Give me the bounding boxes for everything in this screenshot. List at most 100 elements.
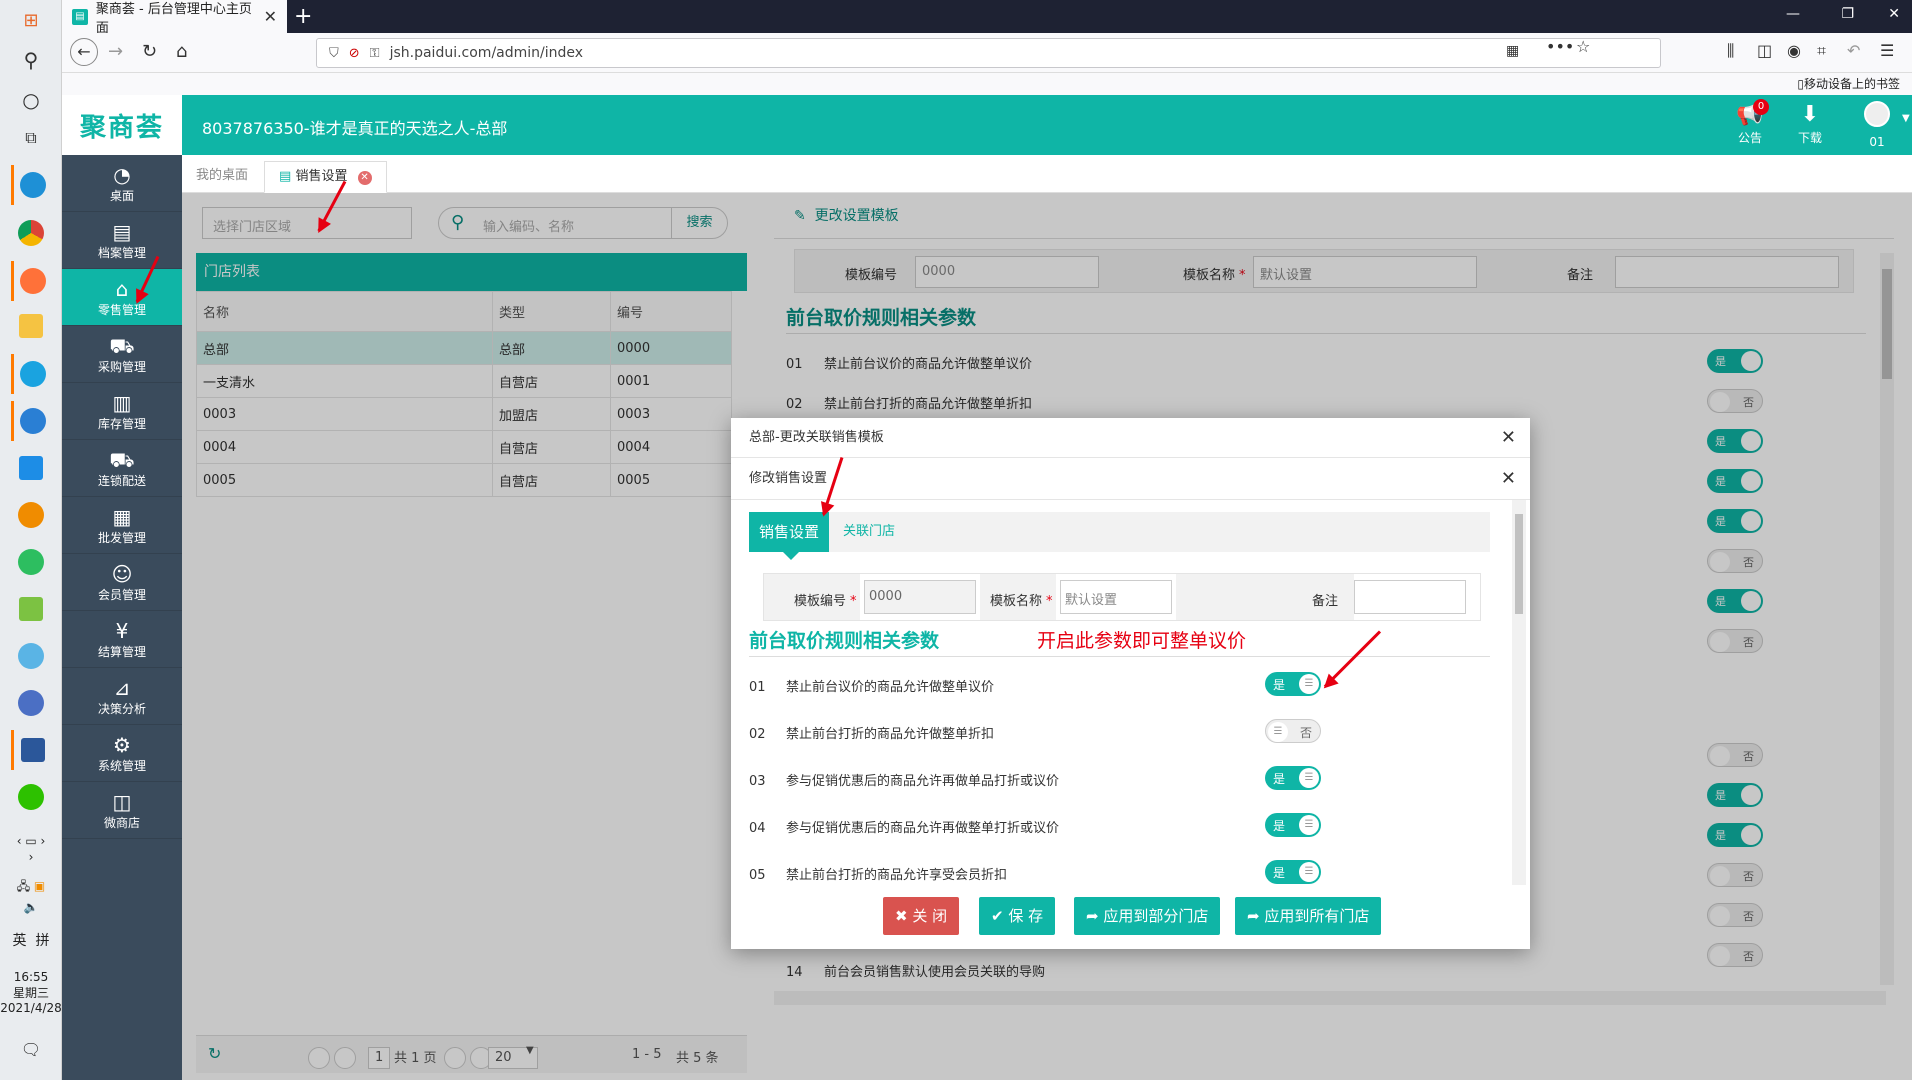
setting-text: 参与促销优惠后的商品允许再做单品打折或议价 bbox=[786, 774, 1060, 789]
undo-icon[interactable]: ↶ bbox=[1847, 41, 1860, 60]
scrollbar-thumb[interactable] bbox=[1515, 514, 1523, 614]
page-actions-icon[interactable]: ••• bbox=[1546, 37, 1574, 56]
notepad-app-icon[interactable] bbox=[11, 589, 51, 629]
reload-icon[interactable]: ↻ bbox=[142, 41, 157, 62]
tab-sales-settings[interactable]: 销售设置 bbox=[749, 512, 830, 560]
tab-linked-stores[interactable]: 关联门店 bbox=[833, 512, 905, 552]
task-view-icon[interactable]: ⧉ bbox=[11, 118, 51, 158]
cortana-icon[interactable]: ○ bbox=[11, 80, 51, 120]
volume-icon[interactable]: 🔈 bbox=[0, 900, 62, 914]
template-name-label: 模板名称 * bbox=[990, 594, 1053, 609]
insecure-icon[interactable]: ⊘ bbox=[349, 46, 360, 61]
download-icon: ⬇ bbox=[1800, 102, 1820, 127]
forward-icon[interactable]: → bbox=[108, 41, 123, 62]
template-code-input[interactable]: 0000 bbox=[864, 580, 976, 614]
minimize-icon[interactable]: — bbox=[1786, 6, 1800, 22]
apply-all-stores-button[interactable]: ➦ 应用到所有门店 bbox=[1235, 897, 1382, 935]
home-icon[interactable]: ⌂ bbox=[176, 41, 187, 62]
screenshot-icon[interactable]: ⌗ bbox=[1817, 41, 1826, 61]
close-tab-icon[interactable]: ✕ bbox=[264, 7, 277, 26]
wechat-app-icon[interactable] bbox=[11, 777, 51, 817]
window-close-icon[interactable]: ✕ bbox=[1888, 6, 1900, 22]
modal-inner-title: 修改销售设置 ✕ bbox=[731, 458, 1530, 500]
shield-icon[interactable]: ⛉ bbox=[329, 46, 339, 61]
setting-toggle[interactable]: 是 ☰ bbox=[1265, 672, 1321, 696]
clock[interactable]: 16:55 星期三 2021/4/28 bbox=[0, 970, 62, 1015]
mobile-bookmarks[interactable]: ▯移动设备上的书签 bbox=[1797, 75, 1900, 92]
close-icon[interactable]: ✕ bbox=[1501, 458, 1516, 500]
search-icon[interactable]: ⚲ bbox=[11, 40, 51, 80]
ime-mode[interactable]: 拼 bbox=[35, 933, 49, 949]
dolphin-app-icon[interactable] bbox=[11, 683, 51, 723]
bookmark-star-icon[interactable]: ☆ bbox=[1576, 37, 1590, 56]
setting-toggle[interactable]: 是 ☰ bbox=[1265, 813, 1321, 837]
template-name-input[interactable]: 默认设置 bbox=[1060, 580, 1172, 614]
sidebar-item-retail[interactable]: ⌂ 零售管理 bbox=[62, 269, 182, 326]
close-tab-icon[interactable]: ✕ bbox=[357, 171, 372, 185]
feishu-app-icon[interactable] bbox=[11, 448, 51, 488]
chat-app-icon[interactable] bbox=[11, 354, 51, 394]
url-text[interactable]: jsh.paidui.com/admin/index bbox=[390, 45, 583, 61]
remark-input[interactable] bbox=[1354, 580, 1466, 614]
download-button[interactable]: ⬇ 下载 bbox=[1785, 101, 1835, 146]
save-button[interactable]: ✔ 保 存 bbox=[979, 897, 1056, 935]
restore-icon[interactable]: ❐ bbox=[1841, 6, 1854, 22]
menu-icon[interactable]: ☰ bbox=[1880, 41, 1894, 60]
toggle-knob-icon: ☰ bbox=[1299, 815, 1319, 835]
yen-icon: ¥ bbox=[115, 618, 129, 643]
setting-toggle[interactable]: 是 ☰ bbox=[1265, 860, 1321, 884]
modal-scrollbar[interactable] bbox=[1512, 500, 1526, 885]
sidebar-item-purchase[interactable]: ⛟ 采购管理 bbox=[62, 326, 182, 383]
taskbar-scroll-arrows[interactable]: ‹ ▭ › bbox=[0, 834, 62, 848]
modal-footer: ✖ 关 闭 ✔ 保 存 ➦ 应用到部分门店 ➦ 应用到所有门店 bbox=[731, 885, 1530, 949]
sidebar-item-inventory[interactable]: ▥ 库存管理 bbox=[62, 383, 182, 440]
word-app-icon[interactable] bbox=[11, 730, 51, 770]
chevron-right-icon[interactable]: › bbox=[0, 850, 62, 864]
network-app-icon[interactable] bbox=[11, 636, 51, 676]
notice-button[interactable]: 📢 0 公告 bbox=[1725, 99, 1775, 146]
evernote-app-icon[interactable] bbox=[11, 542, 51, 582]
firefox-app-icon[interactable] bbox=[11, 261, 51, 301]
file-explorer-icon[interactable] bbox=[11, 306, 51, 346]
apply-some-stores-button[interactable]: ➦ 应用到部分门店 bbox=[1074, 897, 1221, 935]
ime-indicator[interactable]: 英 拼 bbox=[0, 930, 62, 950]
address-bar[interactable]: ⛉ ⊘ ⚿ jsh.paidui.com/admin/index bbox=[316, 38, 1661, 68]
tab-my-desktop[interactable]: 我的桌面 bbox=[182, 161, 262, 193]
edge-app-icon[interactable] bbox=[11, 165, 51, 205]
caret-down-icon[interactable]: ▼ bbox=[1902, 113, 1910, 124]
setting-toggle[interactable]: 是 ☰ bbox=[1265, 766, 1321, 790]
user-menu[interactable]: 01 bbox=[1852, 101, 1902, 149]
sidebar-item-system[interactable]: ⚙ 系统管理 bbox=[62, 725, 182, 782]
qr-code-icon[interactable]: ▦ bbox=[1506, 43, 1519, 59]
tab-sales-settings[interactable]: ▤ 销售设置 ✕ bbox=[264, 161, 387, 193]
account-icon[interactable]: ◉ bbox=[1787, 41, 1801, 60]
clock-date: 2021/4/28 bbox=[0, 1001, 62, 1015]
setting-toggle[interactable]: ☰ 否 bbox=[1265, 719, 1321, 743]
sidebar-item-analysis[interactable]: ⊿ 决策分析 bbox=[62, 668, 182, 725]
search-tool-icon[interactable] bbox=[11, 495, 51, 535]
close-button[interactable]: ✖ 关 闭 bbox=[883, 897, 960, 935]
sidebar-item-microstore[interactable]: ◫ 微商店 bbox=[62, 782, 182, 839]
sidebar-item-wholesale[interactable]: ▦ 批发管理 bbox=[62, 497, 182, 554]
back-icon[interactable]: ← bbox=[70, 38, 98, 66]
sidebar-item-member[interactable]: ☺ 会员管理 bbox=[62, 554, 182, 611]
sidebar-toggle-icon[interactable]: ◫ bbox=[1757, 41, 1772, 60]
browser-tab[interactable]: ▤ 聚商荟 - 后台管理中心主页面 ✕ bbox=[62, 0, 287, 36]
windows-taskbar: ⊞ ⚲ ○ ⧉ ‹ ▭ › › 🖧 ▣ 🔈 英 拼 16:55 星期三 2021… bbox=[0, 0, 62, 1080]
permissions-icon[interactable]: ⚿ bbox=[370, 46, 380, 61]
sidebar-item-delivery[interactable]: ⛟ 连锁配送 bbox=[62, 440, 182, 497]
chrome-app-icon[interactable] bbox=[11, 213, 51, 253]
sidebar-item-label: 微商店 bbox=[103, 815, 140, 830]
notification-icon[interactable]: 🗨 bbox=[0, 1040, 62, 1059]
sidebar-item-settlement[interactable]: ¥ 结算管理 bbox=[62, 611, 182, 668]
new-tab-button[interactable]: + bbox=[294, 4, 312, 29]
sidebar-item-desktop[interactable]: ◔ 桌面 bbox=[62, 155, 182, 212]
ie-app-icon[interactable] bbox=[11, 401, 51, 441]
ime-lang[interactable]: 英 bbox=[13, 933, 27, 949]
network-tray-icon[interactable]: 🖧 ▣ bbox=[0, 877, 62, 898]
sidebar-item-archive[interactable]: ▤ 档案管理 bbox=[62, 212, 182, 269]
library-icon[interactable]: ⫼ bbox=[1727, 41, 1734, 61]
close-icon[interactable]: ✕ bbox=[1501, 418, 1516, 458]
windows-start-icon[interactable]: ⊞ bbox=[11, 0, 51, 40]
download-label: 下载 bbox=[1797, 131, 1822, 145]
